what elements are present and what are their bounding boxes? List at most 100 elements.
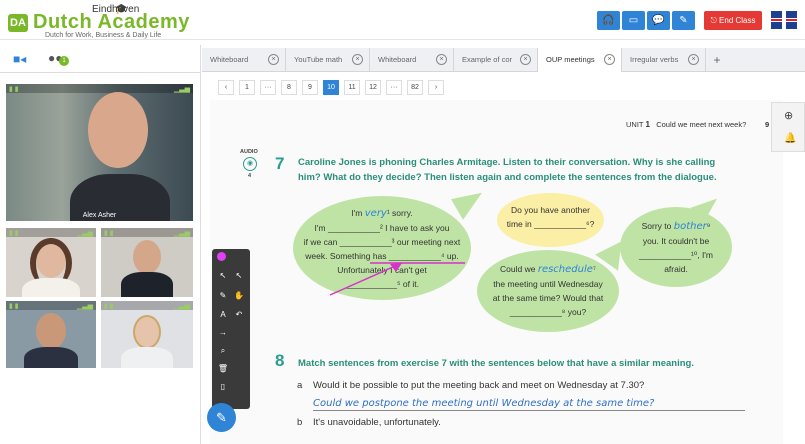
speech-bubble-4: Could we reschedule⁷ the meeting until W… (477, 250, 619, 332)
instruction-line: Caroline Jones is phoning Charles Armita… (298, 157, 716, 168)
next-page-button[interactable]: › (428, 80, 444, 95)
mic-icon: ▮ ▮ (9, 303, 19, 310)
page-button[interactable]: 9 (302, 80, 318, 95)
color-picker[interactable] (217, 252, 226, 261)
bubble-text: the meeting until Wednesday (493, 279, 603, 289)
signal-icon: ▁▃▅ (76, 230, 93, 237)
uk-flag-icon[interactable] (771, 11, 797, 29)
pen-icon[interactable]: ✎ (216, 291, 230, 300)
exercise-8-number: 8 (275, 351, 285, 370)
page-number: 9 (765, 120, 770, 129)
close-icon[interactable]: × (688, 54, 699, 65)
audio-label: AUDIO (240, 149, 258, 155)
zoom-icon[interactable]: ⌕ (216, 346, 230, 356)
participant-name: Alex Asher (82, 212, 117, 219)
document-tabs: Whiteboard × YouTube math × Whiteboard × Ex… (202, 48, 805, 72)
tab-label: Whiteboard (210, 55, 249, 64)
page-button[interactable]: 1 (239, 80, 255, 95)
main-video[interactable]: ▮ ▮ ▁▃▅ Alex Asher (6, 84, 193, 221)
participant-video-1[interactable]: ▮ ▮ ▁▃▅ (6, 228, 96, 297)
arrow-tool-icon[interactable]: → (216, 328, 230, 337)
page-ellipsis[interactable]: ··· (386, 80, 402, 95)
page-icon[interactable]: ▯ (216, 382, 230, 391)
bubble-text: Sorry to (641, 221, 674, 231)
tab-label: Whiteboard (378, 55, 417, 64)
close-icon[interactable]: × (436, 54, 447, 65)
select-icon[interactable]: ↖ (232, 271, 246, 280)
bubble-text: I'm (351, 208, 365, 218)
hand-icon[interactable]: ✋ (232, 291, 246, 300)
unit-number: 1 (645, 120, 650, 129)
bubble-text: I'm ___________² I have to ask you (314, 223, 450, 233)
annotate-fab[interactable]: ✎ (207, 403, 236, 432)
close-icon[interactable]: × (520, 54, 531, 65)
screen-share-icon[interactable]: ▭ (622, 11, 645, 30)
logo-badge: DA (8, 14, 28, 32)
close-icon[interactable]: × (604, 54, 615, 65)
text-icon[interactable]: A (216, 310, 230, 319)
edit-icon[interactable]: ✎ (672, 11, 695, 30)
tab-whiteboard-2[interactable]: Whiteboard × (370, 48, 454, 72)
bubble-text: you. It couldn't be (642, 236, 710, 246)
add-tab-button[interactable]: + (710, 48, 724, 72)
page-button[interactable]: 82 (407, 80, 423, 95)
trash-icon[interactable]: 🗑 (216, 364, 230, 373)
page-navigation: ‹ 1 ··· 8 9 10 11 12 ··· 82 › (218, 80, 444, 95)
close-icon[interactable]: × (352, 54, 363, 65)
participant-video-3[interactable]: ▮ ▮ ▁▃▅ (6, 301, 96, 368)
bubble-text: Do you have another (511, 205, 590, 215)
undo-icon[interactable]: ↶ (232, 310, 246, 319)
participant-video-2[interactable]: ▮ ▮ ▁▃▅ (101, 228, 193, 297)
handwritten-answer: reschedule (537, 264, 593, 275)
bell-icon[interactable]: 🔔 (784, 133, 796, 144)
answer-a: Could we postpone the meeting until Wedn… (313, 398, 655, 409)
tab-irregular-verbs[interactable]: Irregular verbs × (622, 48, 706, 72)
class-toolset: 🎧 ▭ 💬 ✎ (597, 11, 695, 30)
tab-label: Irregular verbs (630, 55, 679, 64)
pointer-icon[interactable]: ↖ (216, 271, 230, 280)
handwritten-answer: bother (673, 221, 707, 232)
add-circle-icon[interactable]: ⊕ (784, 109, 793, 122)
tab-example[interactable]: Example of cor × (454, 48, 538, 72)
unit-label: UNIT (626, 120, 644, 129)
unit-header: UNIT 1 Could we meet next week? 9 (626, 120, 769, 129)
signal-icon: ▁▃▅ (173, 230, 190, 237)
mic-icon: ▮ ▮ (104, 230, 114, 237)
participant-video-4[interactable]: ▮ ▮ ▁▃▅ (101, 301, 193, 368)
signal-icon: ▁▃▅ (76, 303, 93, 310)
tab-oup-meetings[interactable]: OUP meetings × (538, 48, 622, 72)
handwritten-answer: very (364, 208, 387, 219)
drawing-toolbar: ↖ ↖ ✎ ✋ A ↶ → ⌕ 🗑 ▯ (212, 249, 250, 409)
mic-icon: ▮ ▮ (9, 86, 19, 93)
bubble-text: afraid. (664, 264, 688, 274)
right-toolbar: ⊕ 🔔 (771, 102, 805, 152)
question-b: It's unavoidable, unfortunately. (313, 417, 441, 428)
video-camera-icon[interactable]: ■◂ (13, 52, 26, 66)
page-ellipsis[interactable]: ··· (260, 80, 276, 95)
bubble-text: Could we (500, 264, 538, 274)
exercise-7-instructions: Caroline Jones is phoning Charles Armita… (298, 155, 717, 185)
audio-icon[interactable]: ◉ (243, 157, 257, 171)
headphones-icon[interactable]: 🎧 (597, 11, 620, 30)
exit-icon: ⎋ (710, 16, 720, 25)
page-button[interactable]: 12 (365, 80, 381, 95)
tab-whiteboard[interactable]: Whiteboard × (202, 48, 286, 72)
tab-label: OUP meetings (546, 55, 595, 64)
panel-tabs: ■◂ ●● 1 (0, 45, 200, 73)
annotation-arrow (329, 262, 465, 296)
chat-icon[interactable]: 💬 (647, 11, 670, 30)
speech-bubble-2: Do you have another time in ___________⁶… (497, 193, 604, 247)
bubble-text: ¹ sorry. (386, 208, 413, 218)
end-class-label: End Class (719, 16, 756, 25)
mic-icon: ▮ ▮ (9, 230, 19, 237)
app-header: DA 🎓 Eindhoven Dutch Academy Dutch for W… (0, 0, 805, 40)
bubble-text: ⁷ (592, 264, 596, 274)
page-button[interactable]: 11 (344, 80, 360, 95)
bubble-text: time in ___________⁶? (506, 219, 595, 229)
prev-page-button[interactable]: ‹ (218, 80, 234, 95)
end-class-button[interactable]: ⎋ End Class (704, 11, 762, 30)
page-button-active[interactable]: 10 (323, 80, 339, 95)
tab-youtube-math[interactable]: YouTube math × (286, 48, 370, 72)
page-button[interactable]: 8 (281, 80, 297, 95)
close-icon[interactable]: × (268, 54, 279, 65)
